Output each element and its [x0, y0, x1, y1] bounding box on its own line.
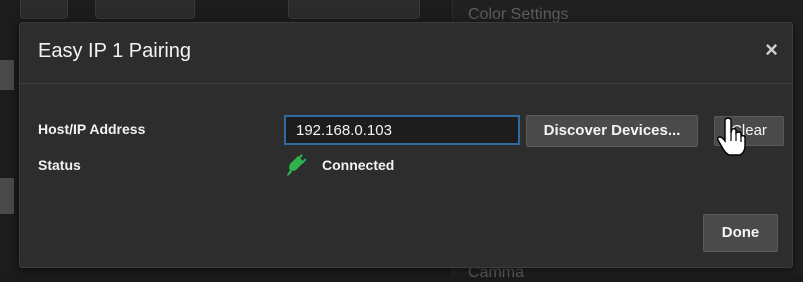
background-tab — [95, 0, 195, 19]
background-tab — [288, 0, 420, 19]
discover-devices-button[interactable]: Discover Devices... — [526, 115, 698, 147]
dialog-title: Easy IP 1 Pairing — [38, 40, 192, 62]
pairing-dialog: Easy IP 1 Pairing × Host/IP Address Disc… — [19, 22, 793, 268]
close-icon[interactable]: × — [765, 39, 778, 61]
status-label: Status — [38, 157, 81, 173]
done-button[interactable]: Done — [703, 214, 778, 252]
dialog-header: Easy IP 1 Pairing × — [20, 23, 792, 84]
hand-pointer-icon — [717, 117, 746, 156]
host-ip-input[interactable] — [284, 115, 520, 145]
background-tab — [20, 0, 68, 19]
status-value: Connected — [322, 157, 395, 173]
host-ip-label: Host/IP Address — [38, 121, 146, 137]
background-side-tab — [0, 178, 14, 214]
background-side-tab — [0, 60, 14, 90]
plug-connected-icon — [287, 154, 306, 176]
